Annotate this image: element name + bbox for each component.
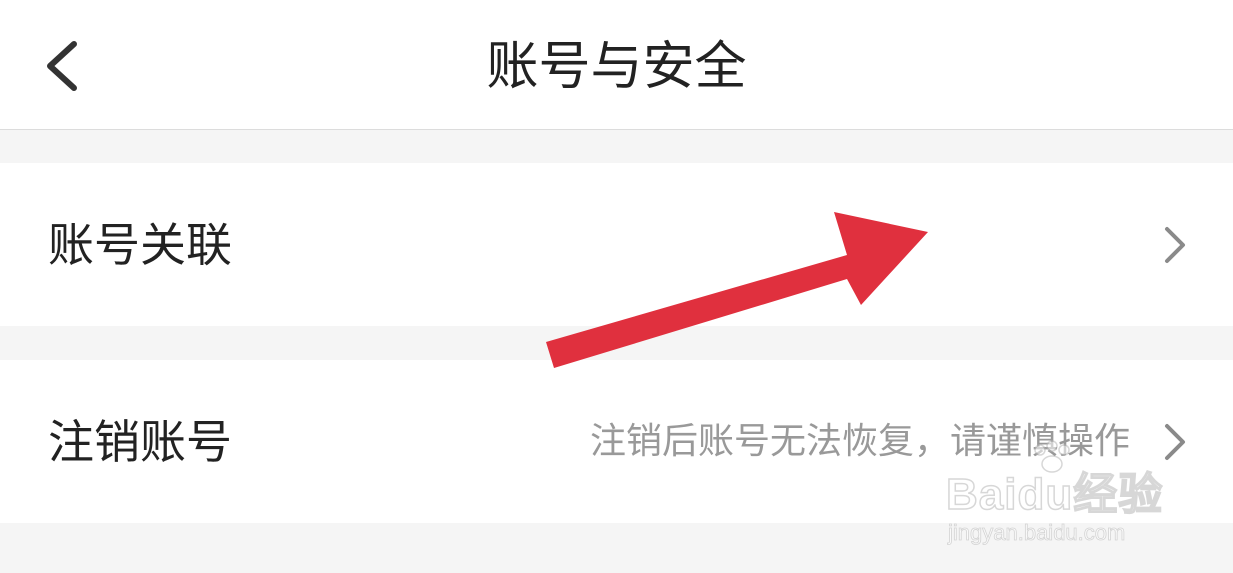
chevron-right-icon — [1165, 423, 1185, 460]
page-title: 账号与安全 — [486, 37, 747, 97]
cancel-account-row[interactable]: 注销账号 注销后账号无法恢复，请谨慎操作 — [0, 360, 1233, 523]
cancel-account-hint: 注销后账号无法恢复，请谨慎操作 — [589, 420, 1130, 462]
account-link-row[interactable]: 账号关联 — [0, 163, 1233, 326]
watermark-url: jingyan.baidu.com — [948, 520, 1126, 546]
cancel-account-label: 注销账号 — [48, 414, 232, 469]
chevron-right-icon — [1165, 226, 1185, 263]
navigation-bar: 账号与安全 — [0, 0, 1233, 130]
account-link-label: 账号关联 — [48, 217, 232, 272]
